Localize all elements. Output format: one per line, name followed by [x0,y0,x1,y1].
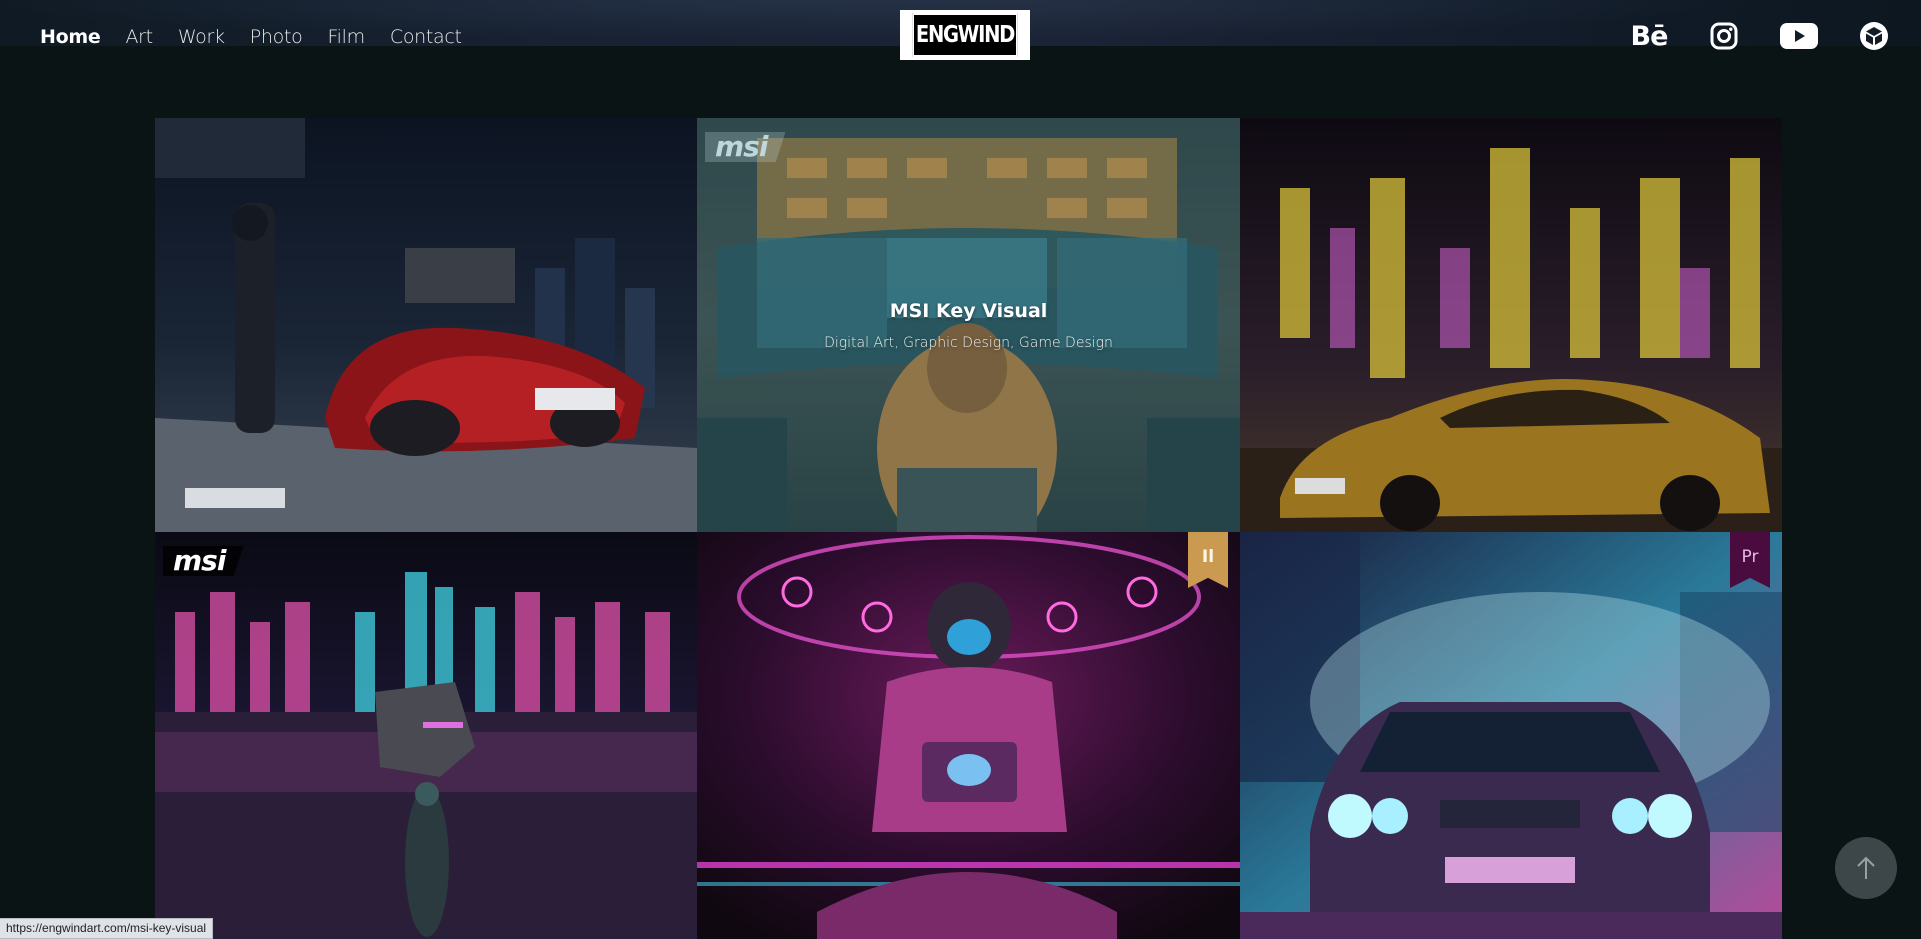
nav-film[interactable]: Film [327,24,365,50]
scroll-to-top-button[interactable] [1835,837,1897,899]
project-title: MSI Key Visual [889,299,1048,322]
link-status-bar: https://engwindart.com/msi-key-visual [0,918,214,939]
tile-neon-astronaut[interactable]: Il [697,532,1240,939]
msi-badge: msi [163,546,244,576]
behance-icon[interactable]: Bē [1630,20,1669,52]
flying-car-image [155,118,697,532]
msi-neon-city-image [155,532,697,939]
tile-gold-car[interactable] [1240,118,1782,532]
nav-contact[interactable]: Contact [390,24,462,50]
hover-overlay: MSI Key Visual Digital Art, Graphic Desi… [697,118,1240,532]
tile-neon-classic-car[interactable]: Pr [1240,532,1782,939]
gold-car-image [1240,118,1782,532]
sketchfab-icon[interactable] [1855,20,1893,52]
tile-msi-key-visual[interactable]: msi MSI Key Visual Digital Art, Graphic … [697,118,1240,532]
portfolio-grid: msi MSI Key Visual Digital Art, Graphic … [155,118,1782,939]
social-links: Bē [1630,20,1893,52]
tile-msi-neon-city[interactable]: msi [155,532,697,939]
nav-art[interactable]: Art [125,24,153,50]
behance-label: Bē [1630,20,1669,52]
arrow-up-icon [1857,856,1875,879]
project-categories: Digital Art, Graphic Design, Game Design [824,334,1113,351]
tile-flying-car[interactable] [155,118,697,532]
nav-home[interactable]: Home [40,24,101,50]
neon-astronaut-image [697,532,1240,939]
main-nav: Home Art Work Photo Film Contact [40,24,462,50]
neon-classic-car-image [1240,532,1782,939]
logo-text: ENGWIND [912,13,1018,57]
nav-work[interactable]: Work [178,24,225,50]
instagram-icon[interactable] [1705,20,1743,52]
portfolio-page: Home Art Work Photo Film Contact Bē ENGW… [0,0,1921,939]
youtube-icon[interactable] [1780,20,1818,52]
nav-photo[interactable]: Photo [250,24,303,50]
site-logo[interactable]: ENGWIND [900,10,1030,60]
